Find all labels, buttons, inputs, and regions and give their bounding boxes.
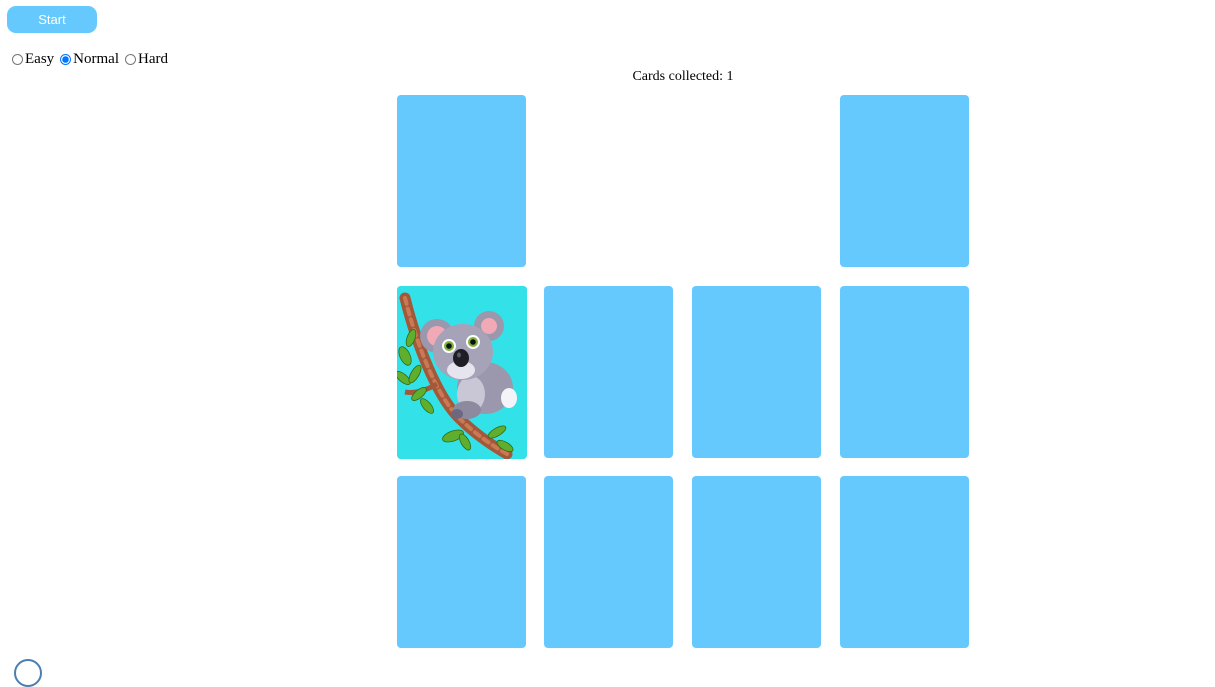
difficulty-normal-label: Normal — [73, 51, 119, 67]
start-button[interactable]: Start — [7, 6, 97, 33]
difficulty-normal-radio[interactable] — [60, 54, 72, 65]
card-r1-c1[interactable] — [397, 95, 526, 267]
cards-collected-counter: Cards collected: 1 — [632, 69, 734, 84]
card-r1-c2 — [544, 95, 673, 267]
difficulty-hard-radio[interactable] — [125, 54, 136, 65]
difficulty-selector: Easy Normal Hard — [12, 51, 174, 68]
card-r2-c1 — [397, 286, 527, 459]
card-r3-c4[interactable] — [840, 476, 969, 648]
card-r3-c3[interactable] — [692, 476, 821, 648]
difficulty-easy-radio[interactable] — [12, 54, 23, 65]
koala-picture — [397, 286, 527, 459]
card-r1-c3 — [692, 95, 821, 267]
card-r3-c2[interactable] — [544, 476, 673, 648]
difficulty-easy[interactable]: Easy — [12, 51, 54, 68]
difficulty-hard[interactable]: Hard — [125, 51, 168, 68]
card-r3-c1[interactable] — [397, 476, 526, 648]
partial-circle-icon — [14, 659, 42, 687]
difficulty-normal[interactable]: Normal — [60, 51, 119, 68]
card-r1-c4[interactable] — [840, 95, 969, 267]
difficulty-easy-label: Easy — [25, 51, 55, 67]
card-r2-c2[interactable] — [544, 286, 673, 458]
card-r2-c4[interactable] — [840, 286, 969, 458]
difficulty-hard-label: Hard — [138, 51, 168, 67]
card-r2-c3[interactable] — [692, 286, 821, 458]
